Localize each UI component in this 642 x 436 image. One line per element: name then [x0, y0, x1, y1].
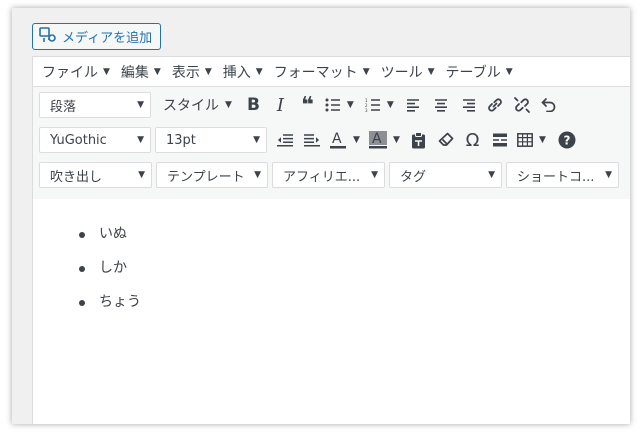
style-menu-button[interactable]: スタイル ▼	[163, 95, 232, 115]
toolbar-area: ファイル ▼ 編集 ▼ 表示 ▼ 挿入 ▼ フォーマット ▼ ツール ▼ テーブル ▼ 段落 ▼…	[33, 57, 630, 200]
caret-down-icon: ▼	[427, 66, 435, 77]
balloon-select[interactable]: 吹き出し ▼	[39, 162, 152, 188]
shortcode-select-value: ショートコ...	[517, 169, 595, 185]
italic-icon[interactable]: I	[267, 92, 294, 118]
svg-text:A: A	[372, 131, 382, 147]
font-family-select[interactable]: YuGothic ▼	[39, 127, 151, 153]
toolbar-row-3: 吹き出し ▼ テンプレート ▼ アフィリエ... ▼ タグ ▼ ショートコ... ▼	[39, 162, 623, 188]
template-select-value: テンプレート	[167, 169, 245, 185]
svg-text:A: A	[332, 131, 342, 147]
caret-down-icon: ▼	[346, 100, 354, 110]
table-icon[interactable]: ▼	[513, 127, 553, 153]
menu-tools[interactable]: ツール ▼	[381, 62, 435, 82]
menu-edit[interactable]: 編集 ▼	[121, 62, 161, 82]
caret-down-icon: ▼	[371, 170, 378, 180]
toolbar-row-2: YuGothic ▼ 13pt ▼ A ▼ A ▼ Ω ▼ ?	[39, 127, 580, 153]
menu-label: ファイル	[42, 64, 98, 81]
caret-down-icon: ▼	[488, 170, 495, 180]
caret-down-icon: ▼	[505, 66, 513, 77]
menu-label: 編集	[120, 64, 149, 81]
caret-down-icon: ▼	[137, 135, 144, 145]
add-media-label: メディアを追加	[62, 31, 153, 46]
font-family-value: YuGothic	[50, 132, 107, 148]
menu-view[interactable]: 表示 ▼	[172, 62, 212, 82]
text-color-icon[interactable]: A ▼	[325, 127, 365, 153]
svg-text:3: 3	[365, 108, 368, 112]
caret-down-icon: ▼	[225, 100, 232, 110]
caret-down-icon: ▼	[153, 66, 161, 77]
horizontal-line-icon[interactable]	[486, 127, 513, 153]
indent-icon[interactable]	[298, 127, 325, 153]
menu-label: 挿入	[222, 64, 251, 81]
classic-editor: ファイル ▼ 編集 ▼ 表示 ▼ 挿入 ▼ フォーマット ▼ ツール ▼ テーブル ▼ 段落 ▼…	[32, 56, 630, 424]
help-icon[interactable]: ?	[553, 127, 580, 153]
tag-select-value: タグ	[400, 169, 427, 185]
list-item: いぬ	[79, 223, 141, 257]
caret-down-icon: ▼	[204, 66, 212, 77]
outdent-icon[interactable]	[271, 127, 298, 153]
caret-down-icon: ▼	[539, 135, 546, 145]
menu-label: テーブル	[445, 64, 501, 81]
style-menu-label: スタイル	[163, 98, 219, 114]
tag-select[interactable]: タグ ▼	[389, 162, 502, 188]
affiliate-select-value: アフィリエ...	[283, 169, 361, 185]
bullet-list-icon[interactable]: ▼	[321, 92, 361, 118]
editor-content[interactable]: いぬ しか ちょう	[33, 199, 630, 424]
menu-label: フォーマット	[273, 64, 358, 81]
menu-file[interactable]: ファイル ▼	[42, 62, 110, 82]
font-size-select[interactable]: 13pt ▼	[155, 127, 267, 153]
caret-down-icon: ▼	[353, 135, 360, 145]
menubar: ファイル ▼ 編集 ▼ 表示 ▼ 挿入 ▼ フォーマット ▼ ツール ▼ テーブル ▼	[33, 57, 630, 87]
blockquote-icon[interactable]: ❝	[294, 92, 321, 118]
bullet-list: いぬ しか ちょう	[79, 223, 141, 325]
caret-down-icon: ▼	[255, 66, 263, 77]
caret-down-icon: ▼	[103, 66, 110, 77]
menu-label: ツール	[380, 64, 423, 81]
list-item: しか	[79, 257, 141, 291]
caret-down-icon: ▼	[254, 170, 261, 180]
align-right-icon[interactable]	[455, 92, 482, 118]
caret-down-icon: ▼	[386, 100, 394, 110]
caret-down-icon: ▼	[393, 135, 400, 145]
add-media-button[interactable]: メディアを追加	[32, 23, 162, 50]
media-icon	[39, 26, 57, 47]
affiliate-select[interactable]: アフィリエ... ▼	[272, 162, 385, 188]
special-character-icon[interactable]: Ω	[459, 127, 486, 153]
align-center-icon[interactable]	[428, 92, 455, 118]
balloon-select-value: 吹き出し	[50, 169, 103, 185]
menu-label: 表示	[171, 64, 200, 81]
link-icon[interactable]	[482, 92, 509, 118]
template-select[interactable]: テンプレート ▼	[156, 162, 268, 188]
caret-down-icon: ▼	[362, 66, 370, 77]
numbered-list-icon[interactable]: 123 ▼	[361, 92, 401, 118]
menu-insert[interactable]: 挿入 ▼	[223, 62, 263, 82]
menu-table[interactable]: テーブル ▼	[446, 62, 513, 82]
unlink-icon[interactable]	[509, 92, 536, 118]
font-size-value: 13pt	[166, 132, 196, 148]
format-select[interactable]: 段落 ▼	[39, 92, 151, 118]
format-select-value: 段落	[50, 99, 77, 115]
toolbar-row-1: 段落 ▼ スタイル ▼ B I ❝ ▼ 123 ▼	[39, 92, 563, 118]
editor-frame: メディアを追加 ファイル ▼ 編集 ▼ 表示 ▼ 挿入 ▼ フォーマット ▼ ツール ▼ テ…	[12, 8, 630, 424]
menu-format[interactable]: フォーマット ▼	[274, 62, 370, 82]
list-item: ちょう	[79, 291, 141, 325]
svg-text:?: ?	[563, 134, 570, 148]
caret-down-icon: ▼	[138, 170, 145, 180]
shortcode-select[interactable]: ショートコ... ▼	[506, 162, 619, 188]
caret-down-icon: ▼	[137, 100, 144, 110]
caret-down-icon: ▼	[605, 170, 612, 180]
clear-formatting-icon[interactable]	[432, 127, 459, 153]
background-color-icon[interactable]: A ▼	[365, 127, 405, 153]
bold-icon[interactable]: B	[240, 92, 267, 118]
paste-text-icon[interactable]	[405, 127, 432, 153]
undo-icon[interactable]	[536, 92, 563, 118]
align-left-icon[interactable]	[401, 92, 428, 118]
caret-down-icon: ▼	[253, 135, 260, 145]
